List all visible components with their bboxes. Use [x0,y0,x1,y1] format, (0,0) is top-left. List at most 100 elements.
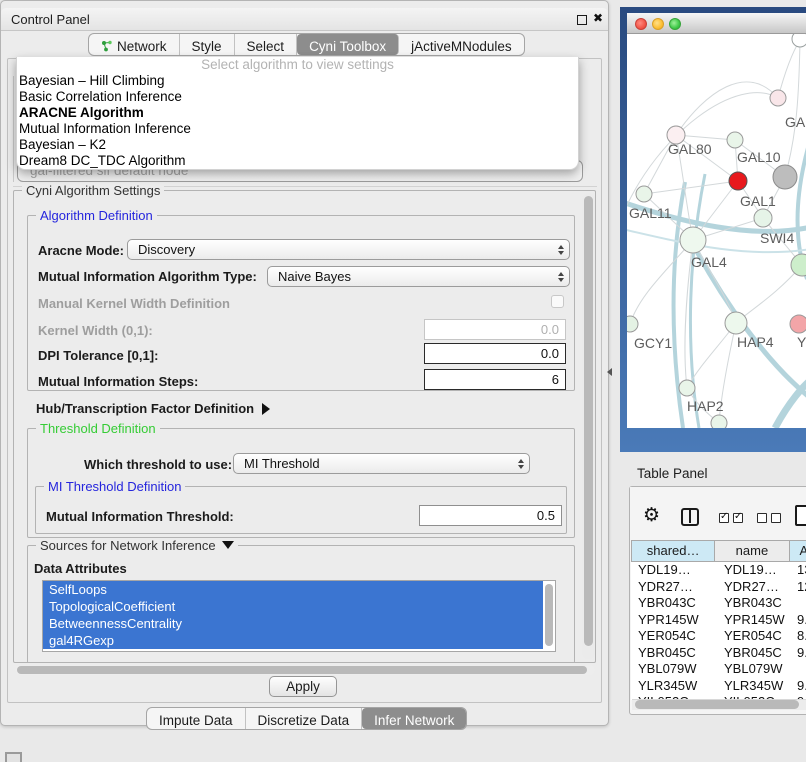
algorithm-option[interactable]: Mutual Information Inference [17,121,578,137]
mi-algorithm-type-select[interactable]: Naive Bayes [267,266,570,287]
checked-checkbox-icon[interactable] [719,513,729,523]
network-node[interactable] [627,316,638,332]
tab-infer-network[interactable]: Infer Network [362,708,466,729]
algorithm-option[interactable]: ARACNE Algorithm [17,105,578,121]
table-cell: YDR27… [631,579,717,596]
table-row[interactable]: YDR27…YDR27…12 [631,579,806,596]
collapsed-panel-icon[interactable] [5,752,22,762]
control-panel-tabbar: Network Style Select Cyni Toolbox jActiv… [88,33,525,56]
network-node[interactable] [729,172,747,190]
table-cell: YBR043C [717,595,793,612]
dpi-tolerance-input[interactable] [424,343,566,364]
table-cell: YLR345W [631,678,717,695]
table-row[interactable]: YBL079WYBL079W [631,661,806,678]
tab-network[interactable]: Network [89,34,180,55]
network-node[interactable] [679,380,695,396]
table-cell: YPR145W [631,612,717,629]
tab-discretize-data[interactable]: Discretize Data [246,708,363,729]
gear-icon[interactable]: ⚙ [643,504,660,527]
group-title: MI Threshold Definition [44,479,185,494]
table-panel-title: Table Panel [637,466,708,481]
attributes-scrollbar-thumb[interactable] [545,584,553,646]
dpi-tolerance-label: DPI Tolerance [0,1]: [38,348,158,363]
table-row[interactable]: YER054CYER054C8. [631,628,806,645]
data-attributes-list[interactable]: SelfLoopsTopologicalCoefficientBetweenne… [42,580,556,652]
tab-jactivemnodules[interactable]: jActiveMNodules [399,34,524,55]
control-panel-titlebar[interactable] [1,8,608,31]
table-cell: 13 [793,562,806,579]
group-title: Threshold Definition [36,421,160,436]
node-label: SWI4 [760,230,794,246]
network-node[interactable] [791,254,806,276]
table-hscrollbar-thumb[interactable] [635,700,799,709]
settings-vscrollbar-thumb[interactable] [584,196,593,646]
algorithm-option[interactable]: Dream8 DC_TDC Algorithm [17,153,578,169]
kernel-width-input[interactable] [424,319,566,340]
sources-toggle[interactable]: Sources for Network Inference [36,538,238,553]
table-row[interactable]: YDL19…YDL19…13 [631,562,806,579]
table-cell: YER054C [717,628,793,645]
network-node[interactable] [725,312,747,334]
combo-stepper-icon [515,459,529,469]
aracne-mode-label: Aracne Mode: [38,243,124,258]
column-header-partial[interactable]: A [790,540,806,562]
network-canvas[interactable]: GALGAL80GAL10GAL1GAL11SWI4GAL4GCY1HAP4YH… [627,34,806,428]
network-node[interactable] [770,90,786,106]
new-table-icon[interactable] [795,505,806,526]
network-window-titlebar[interactable] [627,13,806,34]
network-node[interactable] [711,415,727,428]
which-threshold-select[interactable]: MI Threshold [233,453,530,474]
settings-hscrollbar-thumb[interactable] [17,666,587,674]
table-body[interactable]: YDL19…YDL19…13YDR27…YDR27…12YBR043CYBR04… [631,562,806,700]
float-window-icon[interactable] [577,15,587,25]
kernel-width-label: Kernel Width (0,1): [38,323,153,338]
attribute-list-item[interactable]: BetweennessCentrality [43,615,543,632]
tab-label: Infer Network [374,713,454,728]
apply-button[interactable]: Apply [269,676,337,697]
tab-select[interactable]: Select [235,34,298,55]
network-node[interactable] [792,34,806,47]
table-row[interactable]: YBR045CYBR045C9. [631,645,806,662]
algorithm-option[interactable]: Basic Correlation Inference [17,89,578,105]
attribute-list-item[interactable]: SelfLoops [43,581,543,598]
unchecked-checkbox-icon[interactable] [757,513,767,523]
tab-impute-data[interactable]: Impute Data [147,708,246,729]
algorithm-dropdown-popup: Select algorithm to view settings Bayesi… [16,57,579,170]
dropdown-placeholder: Select algorithm to view settings [17,57,578,73]
mi-threshold-label: Mutual Information Threshold: [46,509,234,524]
mi-threshold-input[interactable] [419,505,562,526]
table-row[interactable]: YLR345WYLR345W9. [631,678,806,695]
split-columns-icon[interactable] [681,508,699,526]
table-cell: 9. [793,678,806,695]
aracne-mode-select[interactable]: Discovery [127,239,570,260]
mi-steps-input[interactable] [424,369,566,390]
algorithm-option[interactable]: Bayesian – K2 [17,137,578,153]
network-node[interactable] [773,165,797,189]
attribute-list-item[interactable]: TopologicalCoefficient [43,598,543,615]
network-node[interactable] [727,132,743,148]
tab-cyni-toolbox[interactable]: Cyni Toolbox [297,34,399,55]
network-node[interactable] [754,209,772,227]
table-cell: YBL079W [717,661,793,678]
hub-definition-toggle[interactable]: Hub/Transcription Factor Definition [36,401,270,416]
unchecked-checkbox-icon[interactable] [771,513,781,523]
close-traffic-light-icon[interactable] [635,18,647,30]
minimize-traffic-light-icon[interactable] [652,18,664,30]
column-header-name[interactable]: name [715,540,789,562]
algorithm-option[interactable]: Bayesian – Hill Climbing [17,73,578,89]
zoom-traffic-light-icon[interactable] [669,18,681,30]
table-row[interactable]: YBR043CYBR043C [631,595,806,612]
table-row[interactable]: YPR145WYPR145W9. [631,612,806,629]
table-cell: YBR043C [631,595,717,612]
tab-label: jActiveMNodules [411,39,512,54]
network-node[interactable] [680,227,706,253]
manual-kernel-checkbox[interactable] [551,295,564,308]
network-node[interactable] [790,315,806,333]
tab-style[interactable]: Style [180,34,235,55]
close-icon[interactable]: ✖ [593,11,603,25]
checked-checkbox-icon[interactable] [733,513,743,523]
column-header-shared-name[interactable]: shared… [631,540,715,562]
network-node[interactable] [636,186,652,202]
attribute-list-item[interactable]: gal4RGexp [43,632,543,649]
panel-splitter-collapse-icon[interactable] [607,368,612,376]
